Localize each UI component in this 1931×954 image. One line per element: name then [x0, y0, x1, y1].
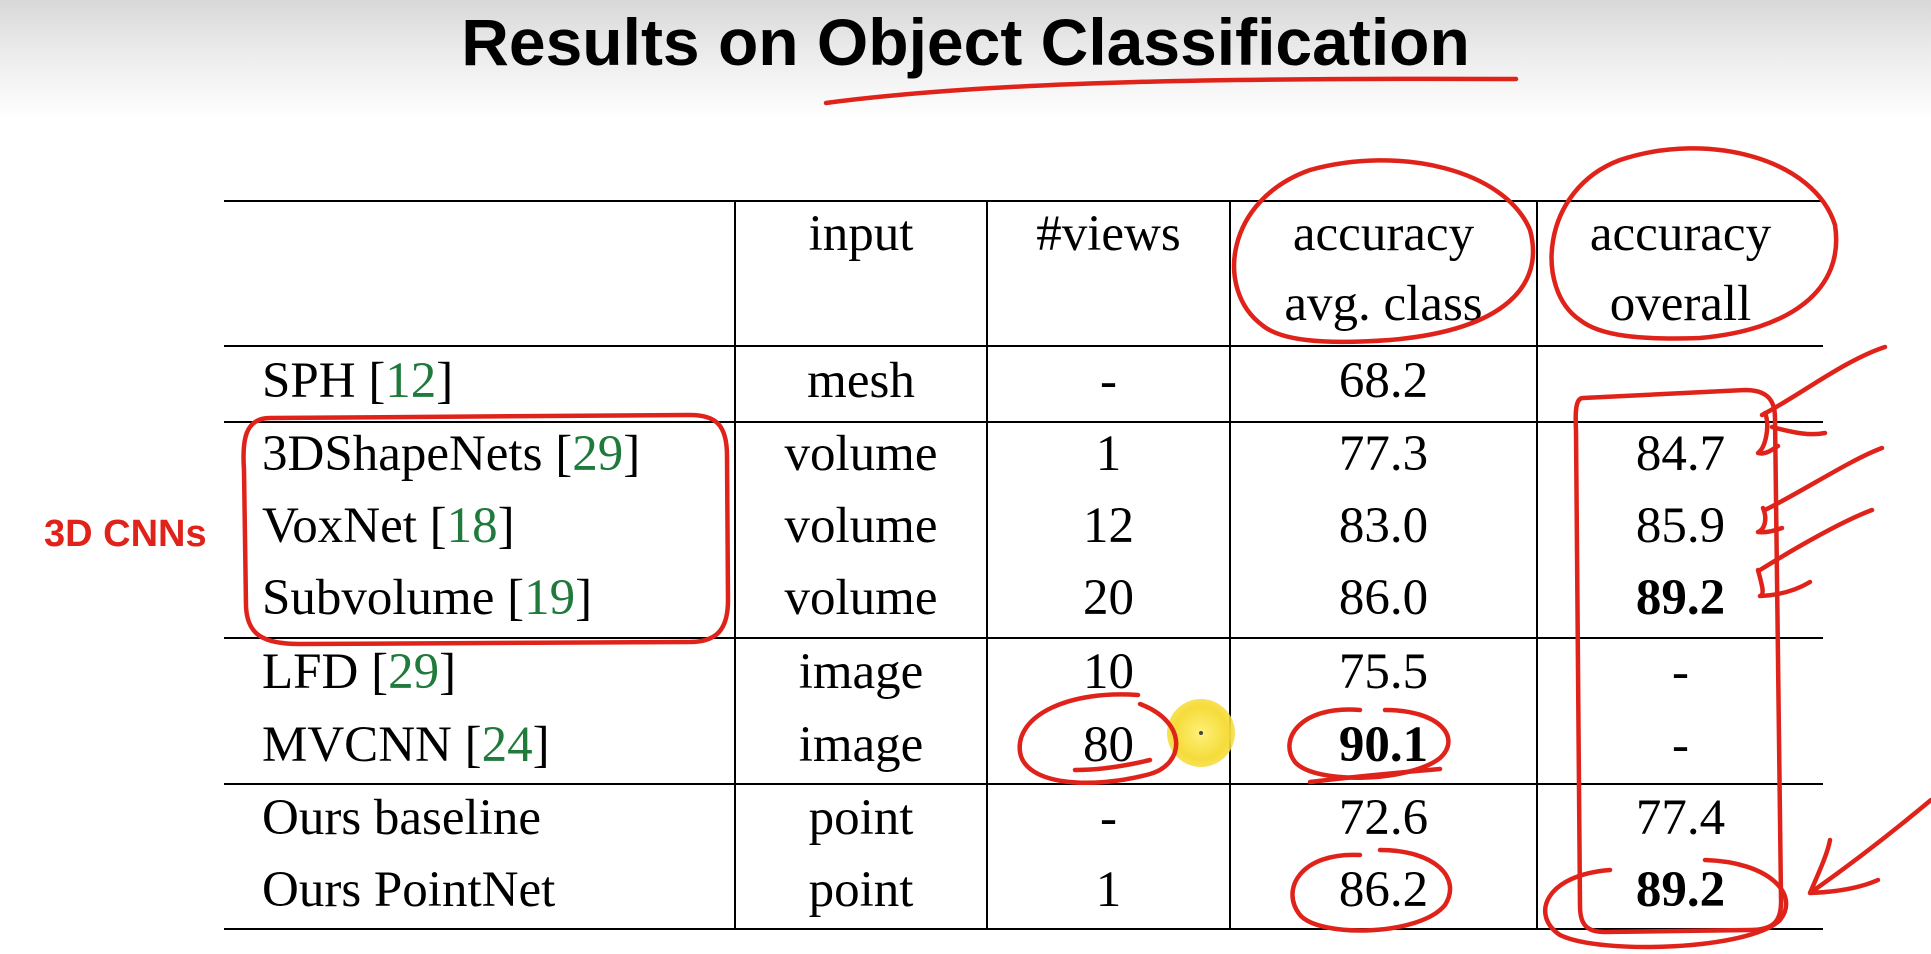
acc-90-ellipse: [1287, 707, 1451, 780]
views-80-underline: [1072, 757, 1153, 773]
method-group-box: [241, 412, 731, 647]
accuracy-class-ellipse: [1231, 158, 1536, 345]
arrow-bottom: [1807, 797, 1931, 896]
title-underline: [823, 76, 1519, 106]
acc-86-ellipse: [1290, 847, 1453, 933]
annotation-layer: [241, 76, 1931, 950]
overall-column-box: [1573, 387, 1784, 935]
accuracy-overall-ellipse: [1549, 146, 1839, 341]
